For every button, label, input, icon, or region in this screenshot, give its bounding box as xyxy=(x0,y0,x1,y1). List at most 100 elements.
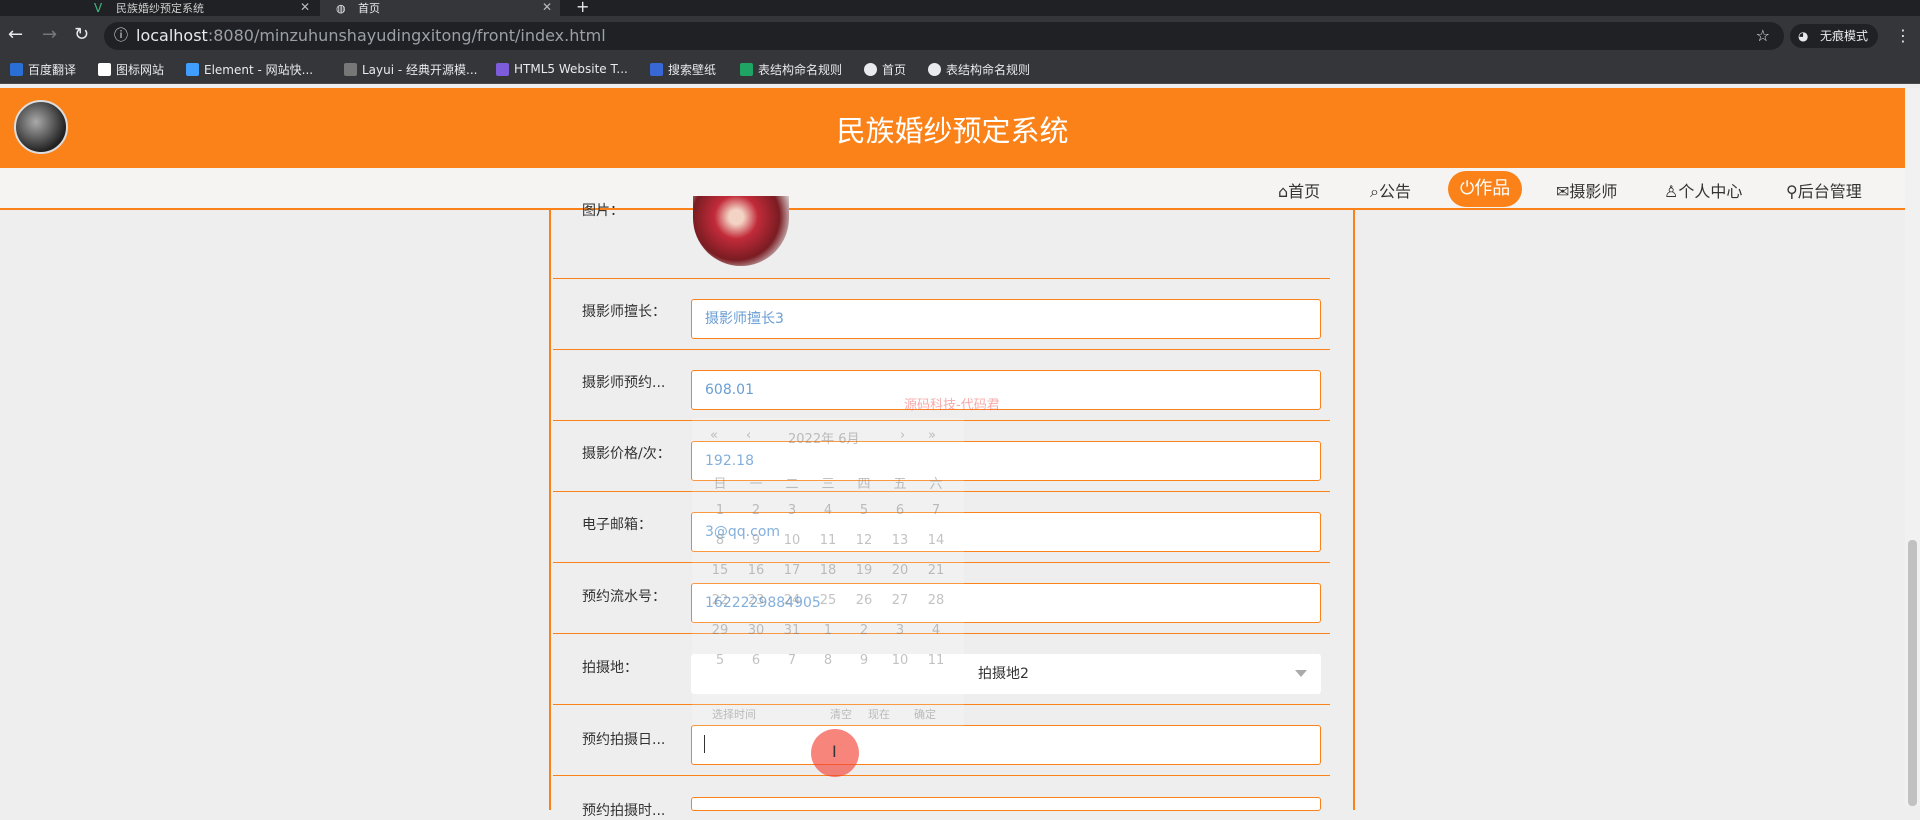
field-label: 摄影师预约... xyxy=(582,375,666,391)
reload-icon[interactable]: ↻ xyxy=(74,26,89,44)
bookmark-item[interactable]: Element - 网站快... xyxy=(186,61,313,77)
bookmark-item[interactable]: 百度翻译 xyxy=(10,61,76,77)
date-cell[interactable]: 6 xyxy=(738,653,774,668)
browser-tab-active[interactable]: ◍ 首页 ✕ xyxy=(320,0,560,16)
nav-home[interactable]: ⌂首页 xyxy=(1278,178,1320,202)
date-cell[interactable]: 22 xyxy=(702,593,738,608)
clear-button[interactable]: 清空 xyxy=(830,706,852,722)
specialty-input[interactable]: 摄影师擅长3 xyxy=(691,299,1321,339)
date-cell[interactable]: 15 xyxy=(702,563,738,578)
date-cell[interactable]: 1 xyxy=(702,503,738,518)
nav-notice[interactable]: ⌕公告 xyxy=(1370,178,1411,202)
main-nav xyxy=(0,168,1905,210)
date-cell[interactable]: 10 xyxy=(774,533,810,548)
date-cell[interactable]: 6 xyxy=(882,503,918,518)
date-cell[interactable]: 2 xyxy=(846,623,882,638)
next-year-icon[interactable]: » xyxy=(928,428,936,443)
nav-user-center[interactable]: ♙个人中心 xyxy=(1664,178,1742,202)
bookmark-item[interactable]: 表结构命名规则 xyxy=(928,61,1030,77)
url-field[interactable]: ⓘ localhost:8080/minzuhunshayudingxitong… xyxy=(104,22,1784,50)
date-cell[interactable]: 13 xyxy=(882,533,918,548)
date-cell[interactable]: 3 xyxy=(774,503,810,518)
menu-icon[interactable]: ⋮ xyxy=(1895,26,1911,45)
close-tab-icon[interactable]: ✕ xyxy=(542,0,552,14)
date-cell[interactable]: 7 xyxy=(918,503,954,518)
chevron-down-icon xyxy=(1295,670,1307,677)
date-cell[interactable]: 9 xyxy=(738,533,774,548)
layui-icon xyxy=(344,62,357,76)
nav-label: 首页 xyxy=(1288,182,1321,201)
date-cell[interactable]: 10 xyxy=(882,653,918,668)
wallpaper-icon xyxy=(650,62,663,76)
date-cell[interactable]: 1 xyxy=(810,623,846,638)
next-month-icon[interactable]: › xyxy=(900,428,905,443)
date-cell[interactable]: 19 xyxy=(846,563,882,578)
close-tab-icon[interactable]: ✕ xyxy=(300,0,310,14)
date-cell[interactable]: 29 xyxy=(702,623,738,638)
date-cell[interactable]: 21 xyxy=(918,563,954,578)
star-icon[interactable]: ☆ xyxy=(1756,22,1770,50)
date-cell[interactable]: 31 xyxy=(774,623,810,638)
bookmark-item[interactable]: 表结构命名规则 xyxy=(740,61,842,77)
incognito-badge[interactable]: ◕ 无痕模式 xyxy=(1790,24,1879,48)
date-cell[interactable]: 30 xyxy=(738,623,774,638)
confirm-button[interactable]: 确定 xyxy=(914,706,936,722)
booking-date-input[interactable] xyxy=(691,725,1321,765)
new-tab-icon[interactable]: + xyxy=(576,0,589,16)
date-cell[interactable]: 17 xyxy=(774,563,810,578)
location-label: 拍摄地： xyxy=(582,660,638,676)
forward-icon: → xyxy=(42,24,58,45)
date-cell[interactable]: 16 xyxy=(738,563,774,578)
bookmark-item[interactable]: 搜索壁纸 xyxy=(650,61,716,77)
bookmark-item[interactable]: HTML5 Website T... xyxy=(496,61,628,77)
date-cell[interactable]: 11 xyxy=(918,653,954,668)
time-label: 预约拍摄时... xyxy=(582,803,666,819)
scrollbar-thumb[interactable] xyxy=(1908,540,1917,806)
prev-month-icon[interactable]: ‹ xyxy=(746,428,751,443)
field-label: 预约流水号： xyxy=(582,589,666,605)
nav-admin[interactable]: ⚲后台管理 xyxy=(1786,178,1862,202)
date-cell[interactable]: 20 xyxy=(882,563,918,578)
date-cell[interactable]: 28 xyxy=(918,593,954,608)
watermark: 源码科技-代码君 xyxy=(904,398,1000,413)
date-cell[interactable]: 14 xyxy=(918,533,954,548)
prev-year-icon[interactable]: « xyxy=(710,428,718,443)
bookmark-item[interactable]: 首页 xyxy=(864,61,906,77)
bookmark-item[interactable]: Layui - 经典开源模... xyxy=(344,61,477,77)
weekday-label: 一 xyxy=(749,477,763,492)
row-divider xyxy=(553,775,1330,776)
nav-works[interactable]: ⏻作品 xyxy=(1448,171,1523,207)
date-cell[interactable]: 2 xyxy=(738,503,774,518)
date-cell[interactable]: 12 xyxy=(846,533,882,548)
booking-time-input[interactable] xyxy=(691,797,1321,811)
back-icon[interactable]: ← xyxy=(8,26,23,44)
nav-label: 公告 xyxy=(1378,182,1411,201)
date-cell[interactable]: 26 xyxy=(846,593,882,608)
booking-fee-input[interactable]: 608.01 xyxy=(691,370,1321,410)
bookmark-item[interactable]: 图标网站 xyxy=(98,61,164,77)
flag-icon xyxy=(98,62,111,76)
date-cell[interactable]: 8 xyxy=(810,653,846,668)
date-cell[interactable]: 4 xyxy=(918,623,954,638)
nav-photographer[interactable]: ✉摄影师 xyxy=(1556,178,1617,202)
date-cell[interactable]: 18 xyxy=(810,563,846,578)
date-cell[interactable]: 24 xyxy=(774,593,810,608)
date-cell[interactable]: 5 xyxy=(846,503,882,518)
date-cell[interactable]: 27 xyxy=(882,593,918,608)
mail-icon: ✉ xyxy=(1556,182,1570,201)
date-cell[interactable]: 11 xyxy=(810,533,846,548)
select-time-button[interactable]: 选择时间 xyxy=(712,706,756,722)
row-divider xyxy=(553,349,1330,350)
date-cell[interactable]: 25 xyxy=(810,593,846,608)
date-cell[interactable]: 4 xyxy=(810,503,846,518)
date-cell[interactable]: 3 xyxy=(882,623,918,638)
date-cell[interactable]: 9 xyxy=(846,653,882,668)
browser-tab[interactable]: V 民族婚纱预定系统 ✕ xyxy=(78,0,318,16)
translate-icon xyxy=(10,62,23,76)
date-cell[interactable]: 7 xyxy=(774,653,810,668)
link-icon: ⚲ xyxy=(1786,182,1798,201)
date-cell[interactable]: 23 xyxy=(738,593,774,608)
date-cell[interactable]: 5 xyxy=(702,653,738,668)
now-button[interactable]: 现在 xyxy=(868,706,890,722)
date-cell[interactable]: 8 xyxy=(702,533,738,548)
